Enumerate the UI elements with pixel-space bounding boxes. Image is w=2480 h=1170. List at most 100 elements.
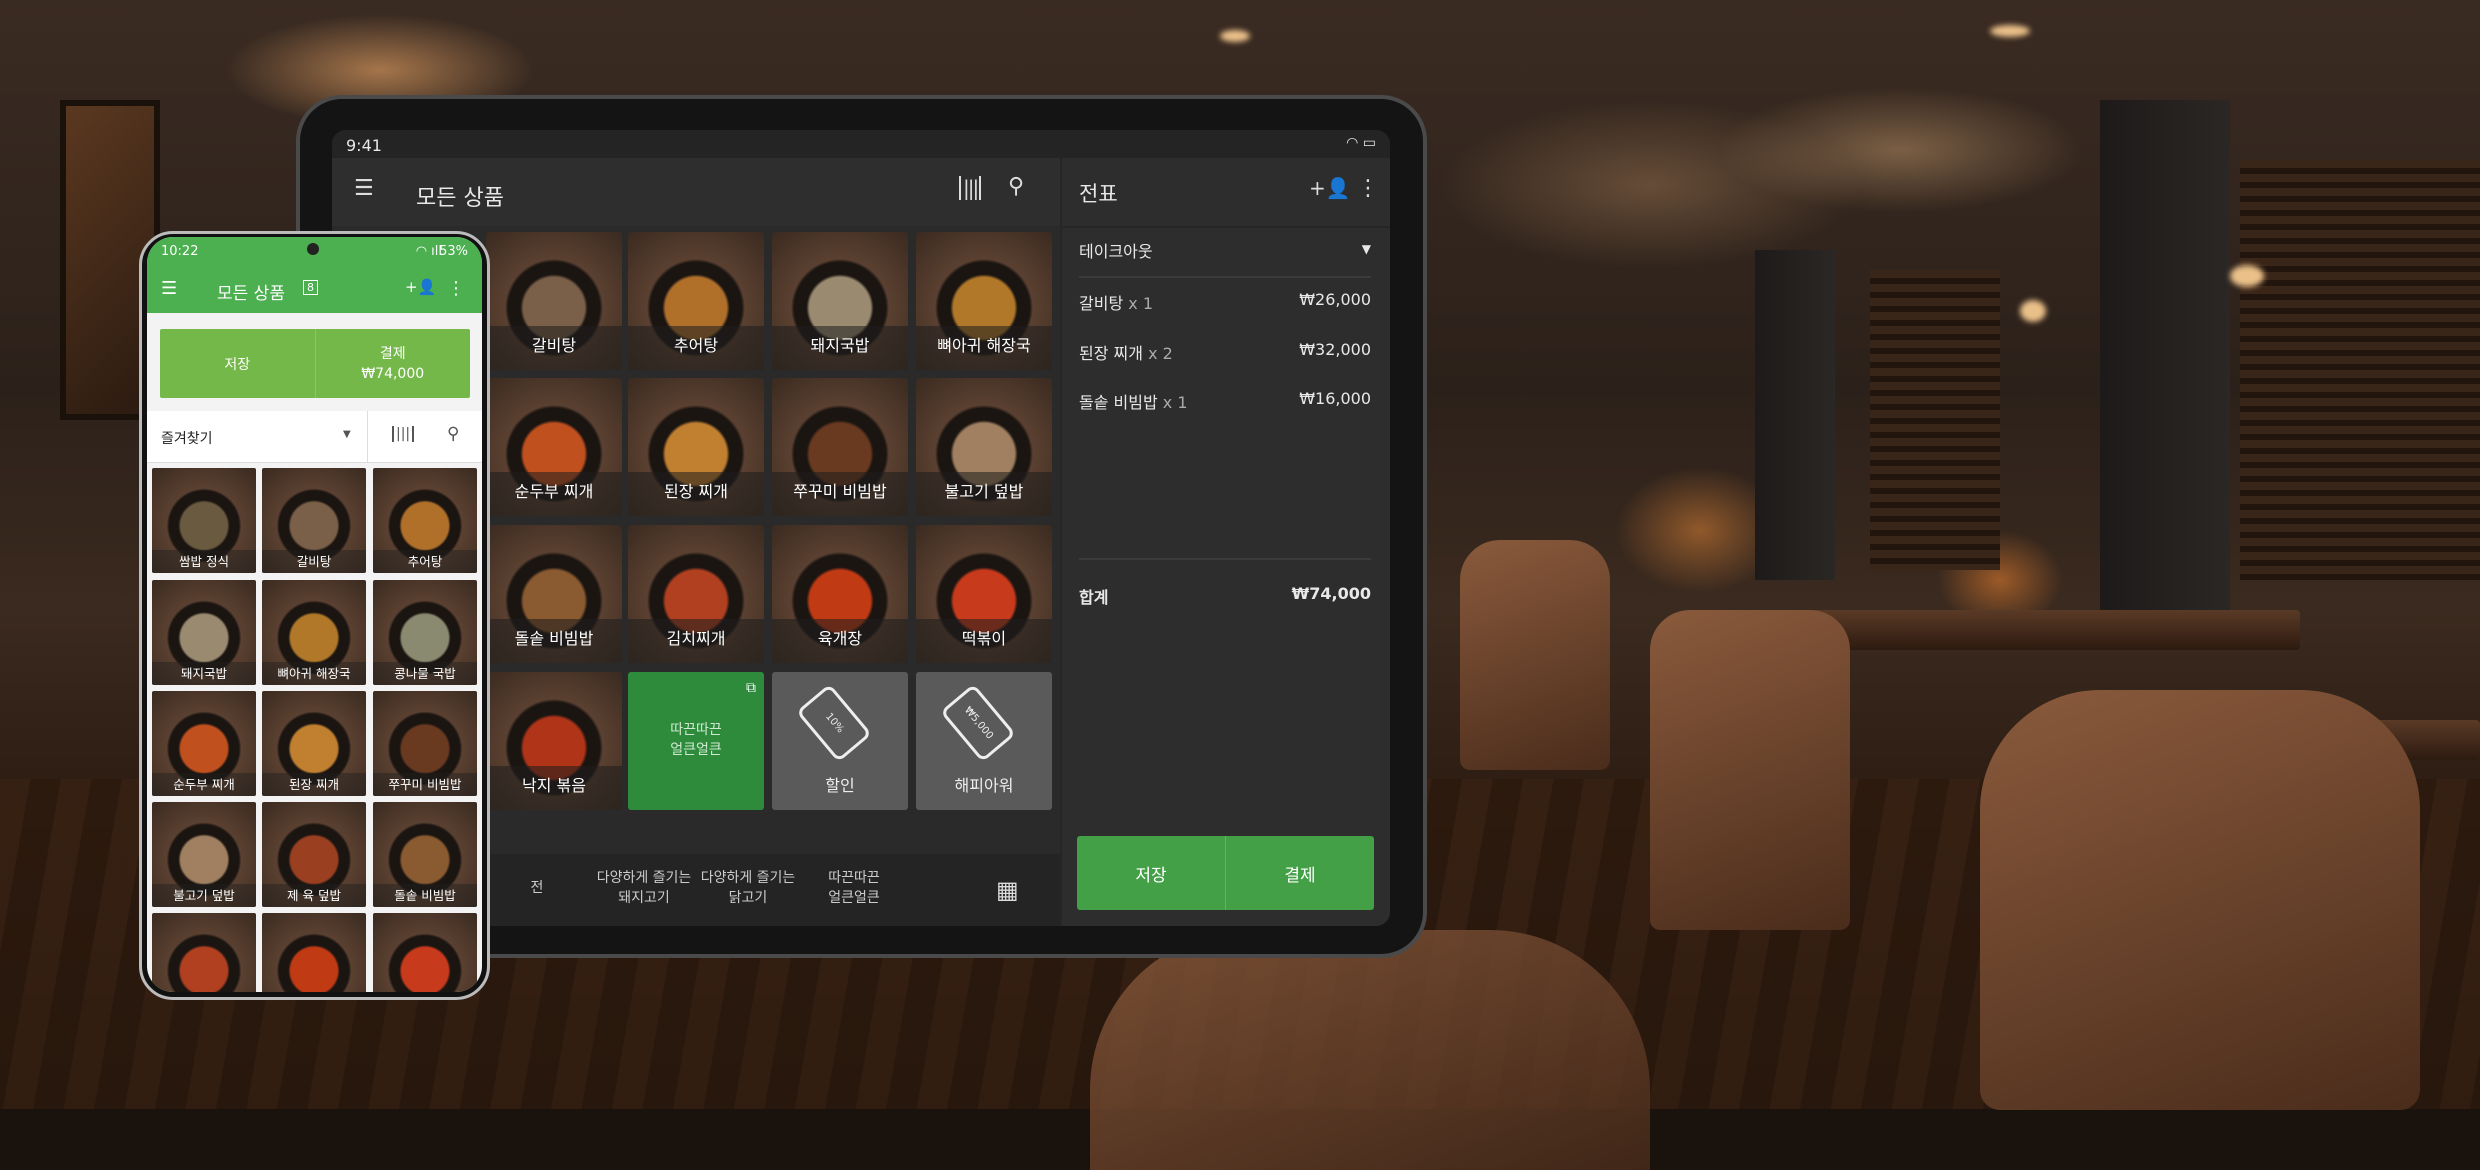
product-tile[interactable]: 된장 찌개 [262,691,366,796]
price-tag-icon: ₩5,000 [939,683,1017,763]
product-name: 갈비탕 [262,550,366,573]
discount-name: 해피아워 [954,776,1014,795]
menu-icon[interactable]: ☰ [161,278,177,299]
pay-amount: ₩74,000 [361,365,425,382]
product-name: 쭈꾸미 비빔밥 [772,472,908,516]
product-name: 불고기 덮밥 [916,472,1052,516]
product-name: 된장 찌개 [628,472,764,516]
product-name: 떡볶이 [916,619,1052,663]
category-tab[interactable]: 다양하게 즐기는 닭고기 [693,868,803,908]
more-options-icon[interactable]: ⋮ [447,278,465,299]
ticket-line-item[interactable]: 돌솥 비빔밥 x 1 ₩16,000 [1079,389,1371,413]
ticket-title: 전표 [1079,182,1118,206]
product-tile[interactable]: 불고기 덮밥 [152,802,256,907]
category-tab[interactable]: 따끈따끈 얼큰얼큰 [799,868,909,908]
product-name: 낙지 볶음 [486,766,622,810]
product-name: 돌솥 비빔밥 [486,619,622,663]
search-icon[interactable]: ⚲ [447,424,459,444]
save-button[interactable]: 저장 [1077,836,1226,910]
product-tile[interactable]: 순두부 찌개 [486,378,622,516]
product-tile[interactable]: 갈비탕 [486,232,622,370]
ticket-actions: 저장 결제 [1077,836,1374,910]
item-price: ₩32,000 [1299,340,1371,359]
chair [1090,930,1650,1170]
order-type-dropdown[interactable]: 테이크아웃 ▼ [1079,238,1371,278]
filter-row: 즐겨찾기 ▼ ||| ⚲ [147,411,482,463]
ticket-line-item[interactable]: 된장 찌개 x 2 ₩32,000 [1079,340,1371,364]
dropdown-arrow-icon: ▼ [1361,242,1371,256]
product-tile[interactable]: 돼지국밥 [772,232,908,370]
product-tile[interactable] [373,913,477,992]
product-tile[interactable]: 뼈아귀 해장국 [916,232,1052,370]
category-tab[interactable]: 다양하게 즐기는 돼지고기 [589,868,699,908]
product-tile[interactable]: 낙지 볶음 [486,672,622,810]
product-name: 돼지국밥 [772,326,908,370]
product-tile[interactable]: 뼈아귀 해장국 [262,580,366,685]
menu-icon[interactable]: ☰ [354,176,374,201]
camera-hole [307,243,319,255]
page-title: 모든 상품 [217,284,285,304]
category-name: 따끈따끈 얼큰얼큰 [670,722,722,758]
grid-icon[interactable]: ▦ [996,876,1019,904]
barcode-icon[interactable]: ||| [392,426,415,442]
product-tile[interactable]: 추어탕 [373,468,477,573]
save-button[interactable]: 저장 [160,329,316,398]
add-customer-icon[interactable]: +👤 [405,278,436,296]
barcode-icon[interactable]: ||| [959,176,982,200]
ticket-line-item[interactable]: 갈비탕 x 1 ₩26,000 [1079,290,1371,314]
discount-tile[interactable]: 10% 할인 [772,672,908,810]
add-customer-icon[interactable]: +👤 [1309,176,1351,200]
product-tile[interactable]: 돌솥 비빔밥 [373,802,477,907]
price-tag-icon: 10% [795,683,873,763]
wifi-battery-icon: ◠ ▭ [1346,135,1376,151]
chair [1650,610,1850,930]
phone-status-bar: 10:22 ◠ ıll 53% [147,237,482,266]
product-name: 돌솥 비빔밥 [373,884,477,907]
product-tile[interactable]: 쌈밥 정식 [152,468,256,573]
item-name: 된장 찌개 [1079,344,1143,363]
pay-button[interactable]: 결제 [1226,836,1374,910]
product-name: 쭈꾸미 비빔밥 [373,773,477,796]
product-tile[interactable]: 돼지국밥 [152,580,256,685]
product-tile[interactable]: 떡볶이 [916,525,1052,663]
product-tile[interactable]: 육개장 [772,525,908,663]
product-tile[interactable] [152,913,256,992]
pay-button[interactable]: 결제 ₩74,000 [316,329,471,398]
product-name: 불고기 덮밥 [152,884,256,907]
item-name: 돌솥 비빔밥 [1079,393,1158,412]
search-icon[interactable]: ⚲ [1008,174,1024,199]
product-tile[interactable]: 불고기 덮밥 [916,378,1052,516]
product-tile[interactable]: 제 육 덮밥 [262,802,366,907]
phone-screen: 10:22 ◠ ıll 53% ☰ 모든 상품 8 +👤 ⋮ 저장 결제 ₩74… [147,237,482,992]
discount-name: 할인 [825,776,855,795]
more-options-icon[interactable]: ⋮ [1357,176,1379,201]
window-blinds [1870,270,2000,570]
item-qty: x 2 [1148,344,1173,363]
category-tile[interactable]: ⧉ 따끈따끈 얼큰얼큰 [628,672,764,810]
page-title: 모든 상품 [416,186,504,211]
product-tile[interactable]: 추어탕 [628,232,764,370]
product-tile[interactable]: 쭈꾸미 비빔밥 [373,691,477,796]
product-name: 추어탕 [373,550,477,573]
chair [1980,690,2420,1110]
signal-icon: ◠ ıll [415,244,442,259]
discount-tile[interactable]: ₩5,000 해피아워 [916,672,1052,810]
item-name: 갈비탕 [1079,294,1124,313]
total-row: 합계 ₩74,000 [1079,584,1371,608]
product-name: 콩나물 국밥 [373,662,477,685]
order-type-value: 테이크아웃 [1079,242,1153,261]
category-tab[interactable]: 전 [482,878,592,898]
product-tile[interactable]: 쭈꾸미 비빔밥 [772,378,908,516]
product-tile[interactable]: 돌솥 비빔밥 [486,525,622,663]
product-tile[interactable]: 순두부 찌개 [152,691,256,796]
category-filter-dropdown[interactable]: 즐겨찾기 [161,428,213,448]
phone-header: ☰ 모든 상품 8 +👤 ⋮ [147,266,482,313]
product-tile[interactable]: 콩나물 국밥 [373,580,477,685]
product-tile[interactable]: 갈비탕 [262,468,366,573]
total-value: ₩74,000 [1291,584,1371,603]
wall-lamp [2230,265,2264,287]
tablet-screen: 9:41 ◠ ▭ ☰ 모든 상품 ||| ⚲ 갈비탕 추어탕 돼지국밥 뼈아귀 해장국… [332,130,1390,926]
product-tile[interactable]: 된장 찌개 [628,378,764,516]
product-tile[interactable] [262,913,366,992]
product-tile[interactable]: 김치찌개 [628,525,764,663]
